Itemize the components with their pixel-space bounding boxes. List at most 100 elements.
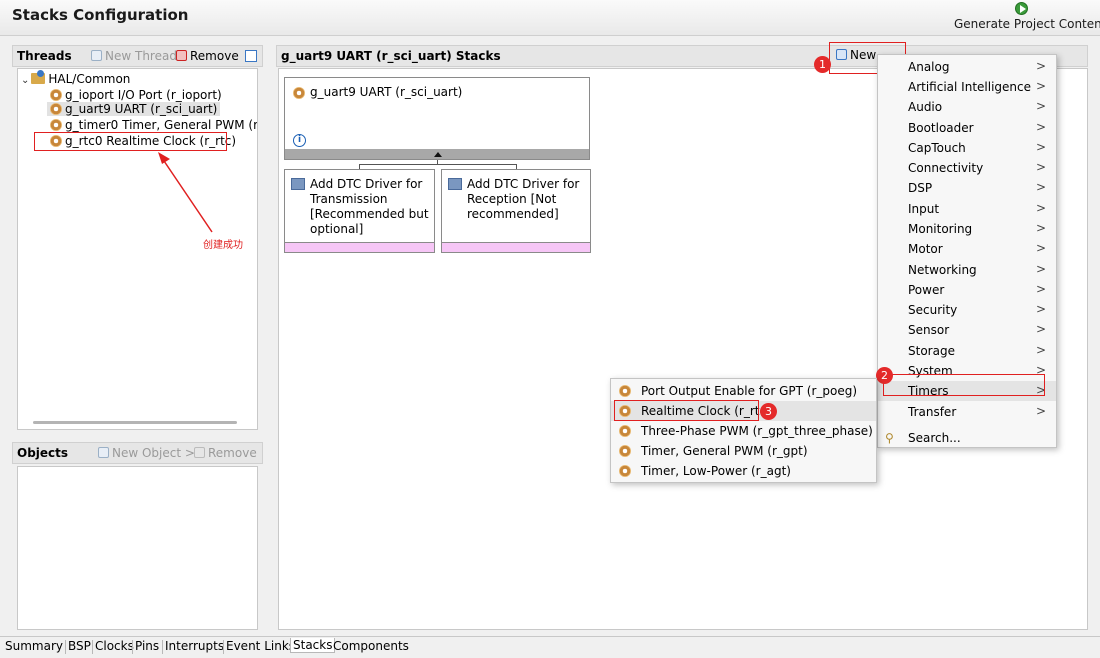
chevron-right-icon: > [1035,262,1046,276]
sub-card-footer [285,242,434,252]
chevron-right-icon: > [1035,201,1046,215]
submenu-item-agt[interactable]: Timer, Low-Power (r_agt) [611,461,876,481]
module-icon [619,425,631,437]
submenu-item-label: Three-Phase PWM (r_gpt_three_phase) [641,424,873,438]
remove-thread-label: Remove [190,49,239,63]
threads-title: Threads [17,49,72,63]
generate-project-content-button[interactable]: Generate Project Content [954,17,1100,31]
menu-item-label: Connectivity [908,161,984,175]
menu-item-label: Bootloader [908,121,974,135]
new-thread-label: New Thread [105,49,177,63]
menu-item-connectivity[interactable]: Connectivity > [878,158,1056,178]
step-badge-2: 2 [876,367,893,384]
tab-clocks[interactable]: Clocks [95,639,134,653]
submenu-item-gpt-three-phase[interactable]: Three-Phase PWM (r_gpt_three_phase) [611,421,876,441]
menu-item-monitoring[interactable]: Monitoring > [878,219,1056,239]
highlight-box-rtc [614,400,759,421]
chevron-right-icon: > [1035,59,1046,73]
highlight-box-rtc0 [34,132,227,151]
threads-scrollbar[interactable] [33,421,237,424]
menu-item-motor[interactable]: Motor > [878,239,1056,259]
generate-icon[interactable] [1015,2,1028,15]
step-badge-1: 1 [814,56,831,73]
menu-item-bootloader[interactable]: Bootloader > [878,118,1056,138]
menu-item-label: Sensor [908,323,950,337]
menu-item-label: Transfer [908,405,957,419]
new-object-button[interactable]: New Object > [98,446,195,460]
sub-card-label: Add DTC Driver for Transmission [Recomme… [310,177,429,236]
tab-stacks[interactable]: Stacks [290,638,336,653]
submenu-item-label: Port Output Enable for GPT (r_poeg) [641,384,858,398]
chevron-right-icon: > [1035,241,1046,255]
remove-object-button[interactable]: Remove [194,446,257,460]
chevron-right-icon: > [1035,343,1046,357]
tab-separator [92,640,93,654]
driver-icon [448,178,462,190]
submenu-item-label: Timer, Low-Power (r_agt) [641,464,791,478]
menu-item-audio[interactable]: Audio > [878,97,1056,117]
submenu-item-poeg[interactable]: Port Output Enable for GPT (r_poeg) [611,381,876,401]
stack-card-footer[interactable] [285,149,589,159]
tree-root-hal-common[interactable]: ⌄ HAL/Common [21,70,130,86]
module-icon [50,119,62,131]
menu-item-label: DSP [908,181,933,195]
menu-item-power[interactable]: Power > [878,280,1056,300]
menu-item-input[interactable]: Input > [878,199,1056,219]
tab-separator [65,640,66,654]
menu-item-artificial-intelligence[interactable]: Artificial Intelligence > [878,77,1056,97]
sub-card-label: Add DTC Driver for Reception [Not recomm… [467,177,580,221]
connector-line [359,164,517,165]
submenu-item-gpt[interactable]: Timer, General PWM (r_gpt) [611,441,876,461]
collapse-icon[interactable] [245,50,257,62]
menu-item-label: Audio [908,100,943,114]
menu-item-security[interactable]: Security > [878,300,1056,320]
objects-list [17,466,258,630]
chevron-right-icon: > [1035,404,1046,418]
menu-item-search[interactable]: ⚲ Search... [878,428,1056,448]
tab-event-links[interactable]: Event Links [226,639,295,653]
chevron-right-icon: > [1035,99,1046,113]
info-icon[interactable]: i [293,134,306,147]
tab-summary[interactable]: Summary [5,639,63,653]
sub-card-dtc-rx[interactable]: Add DTC Driver for Reception [Not recomm… [441,169,591,253]
new-thread-icon [91,50,102,61]
menu-item-dsp[interactable]: DSP > [878,178,1056,198]
menu-item-label: Networking [908,263,977,277]
remove-thread-button[interactable]: Remove [176,49,239,63]
module-icon [619,465,631,477]
remove-icon [176,50,187,61]
sub-card-dtc-tx[interactable]: Add DTC Driver for Transmission [Recomme… [284,169,435,253]
remove-object-label: Remove [208,446,257,460]
menu-item-networking[interactable]: Networking > [878,260,1056,280]
menu-item-label: Search... [908,431,961,445]
annotation-arrow [158,152,213,233]
tab-components[interactable]: Components [333,639,409,653]
chevron-right-icon: > [1035,160,1046,174]
chevron-down-icon[interactable]: ⌄ [21,75,29,86]
submenu-item-label: Timer, General PWM (r_gpt) [641,444,808,458]
tab-bsp[interactable]: BSP [68,639,91,653]
chevron-right-icon: > [1035,120,1046,134]
chevron-right-icon: > [1035,180,1046,194]
menu-item-transfer[interactable]: Transfer > [878,402,1056,422]
tab-interrupts[interactable]: Interrupts [165,639,224,653]
menu-item-storage[interactable]: Storage > [878,341,1056,361]
chevron-right-icon: > [1035,322,1046,336]
chevron-right-icon: > [1035,302,1046,316]
module-icon [50,103,62,115]
timers-submenu: Port Output Enable for GPT (r_poeg) Real… [610,378,877,483]
menu-item-label: Power [908,283,945,297]
tree-item-ioport[interactable]: g_ioport I/O Port (r_ioport) [50,88,222,102]
new-thread-button[interactable]: New Thread [91,49,177,63]
collapse-arrow-icon[interactable] [434,152,442,157]
tab-pins[interactable]: Pins [135,639,159,653]
tab-separator [162,640,163,654]
tree-item-timer0[interactable]: g_timer0 Timer, General PWM (r_gpt [50,118,257,132]
menu-item-captouch[interactable]: CapTouch > [878,138,1056,158]
menu-item-analog[interactable]: Analog > [878,57,1056,77]
stack-card-uart9[interactable]: g_uart9 UART (r_sci_uart) i [284,77,590,160]
tree-item-uart9[interactable]: g_uart9 UART (r_sci_uart) [47,102,221,116]
remove-icon [194,447,205,458]
menu-item-sensor[interactable]: Sensor > [878,320,1056,340]
menu-item-label: Analog [908,60,950,74]
